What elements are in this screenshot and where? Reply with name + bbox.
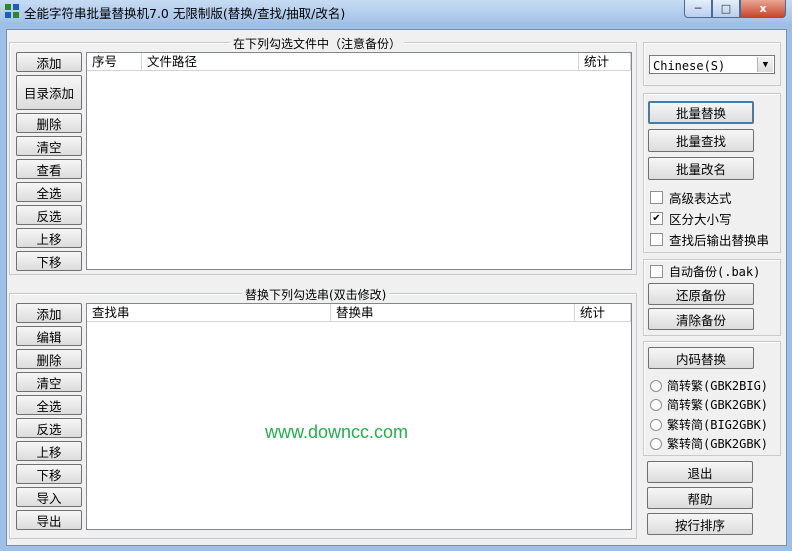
column-header-count[interactable]: 统计 (579, 53, 631, 70)
replace-move-down-button[interactable]: 下移 (16, 464, 82, 484)
replace-group: 替换下列勾选串(双击修改) 添加 编辑 删除 清空 全选 反选 上移 下移 导入… (9, 286, 637, 539)
radio-label: 繁转简(BIG2GBK) (667, 418, 769, 432)
checkbox-box (650, 265, 663, 278)
replace-invert-selection-button[interactable]: 反选 (16, 418, 82, 438)
batch-replace-button[interactable]: 批量替换 (648, 101, 754, 124)
advanced-expression-checkbox[interactable]: 高级表达式 (650, 188, 732, 207)
title-bar[interactable]: 全能字符串批量替换机7.0 无限制版(替换/查找/抽取/改名) ─ □ x (0, 0, 792, 22)
replace-list-header: 查找串 替换串 统计 (87, 304, 631, 322)
checkbox-box (650, 233, 663, 246)
language-select[interactable]: Chinese(S) ▼ (649, 55, 775, 74)
files-move-up-button[interactable]: 上移 (16, 228, 82, 248)
actions-group: 批量替换 批量查找 批量改名 高级表达式 ✔ 区分大小写 查找后输出替换串 (643, 93, 781, 253)
files-list-header: 序号 文件路径 统计 (87, 53, 631, 71)
files-group-legend: 在下列勾选文件中（注意备份） (230, 35, 405, 52)
close-button[interactable]: x (740, 0, 786, 18)
radio-label: 简转繁(GBK2GBK) (667, 398, 769, 412)
checkbox-box (650, 191, 663, 204)
files-list[interactable]: 序号 文件路径 统计 (86, 52, 632, 270)
radio-circle-icon (650, 398, 662, 411)
batch-rename-button[interactable]: 批量改名 (648, 157, 754, 180)
window-title: 全能字符串批量替换机7.0 无限制版(替换/查找/抽取/改名) (24, 6, 346, 21)
column-header-find-string[interactable]: 查找串 (87, 304, 331, 321)
radio-gbk2big[interactable]: 简转繁(GBK2BIG) (650, 377, 768, 394)
output-replace-after-find-checkbox[interactable]: 查找后输出替换串 (650, 230, 769, 249)
restore-backup-button[interactable]: 还原备份 (648, 283, 754, 305)
files-move-down-button[interactable]: 下移 (16, 251, 82, 271)
encoding-replace-button[interactable]: 内码替换 (648, 347, 754, 369)
radio-gbk2gbk-simplified-to-traditional[interactable]: 简转繁(GBK2GBK) (650, 396, 768, 413)
files-select-all-button[interactable]: 全选 (16, 182, 82, 202)
files-view-button[interactable]: 查看 (16, 159, 82, 179)
checkbox-label: 区分大小写 (669, 212, 732, 227)
replace-select-all-button[interactable]: 全选 (16, 395, 82, 415)
sort-by-line-button[interactable]: 按行排序 (647, 513, 753, 535)
column-header-file-path[interactable]: 文件路径 (142, 53, 579, 70)
auto-backup-checkbox[interactable]: 自动备份(.bak) (650, 263, 760, 280)
app-window: 全能字符串批量替换机7.0 无限制版(替换/查找/抽取/改名) ─ □ x 在下… (0, 0, 792, 551)
replace-import-button[interactable]: 导入 (16, 487, 82, 507)
replace-edit-button[interactable]: 编辑 (16, 326, 82, 346)
language-group: Chinese(S) ▼ (643, 42, 781, 86)
files-add-button[interactable]: 添加 (16, 52, 82, 72)
radio-big2gbk[interactable]: 繁转简(BIG2GBK) (650, 416, 768, 433)
replace-clear-button[interactable]: 清空 (16, 372, 82, 392)
check-icon: ✔ (650, 212, 663, 225)
radio-circle-icon (650, 379, 662, 392)
help-button[interactable]: 帮助 (647, 487, 753, 509)
window-controls: ─ □ x (684, 0, 786, 18)
radio-circle-icon (650, 418, 662, 431)
checkbox-label: 查找后输出替换串 (669, 233, 770, 248)
batch-find-button[interactable]: 批量查找 (648, 129, 754, 152)
clear-backup-button[interactable]: 清除备份 (648, 308, 754, 330)
replace-group-legend: 替换下列勾选串(双击修改) (242, 286, 390, 303)
radio-circle-icon (650, 437, 662, 450)
encoding-group: 内码替换 简转繁(GBK2BIG) 简转繁(GBK2GBK) 繁转简(BIG2G… (643, 341, 781, 456)
files-add-directory-button[interactable]: 目录添加 (16, 75, 82, 110)
checkbox-label: 高级表达式 (669, 191, 732, 206)
files-clear-button[interactable]: 清空 (16, 136, 82, 156)
checkbox-label: 自动备份(.bak) (669, 265, 761, 279)
files-invert-selection-button[interactable]: 反选 (16, 205, 82, 225)
files-group: 在下列勾选文件中（注意备份） 添加 目录添加 删除 清空 查看 全选 反选 上移… (9, 35, 637, 275)
radio-label: 繁转简(GBK2GBK) (667, 437, 769, 451)
backup-group: 自动备份(.bak) 还原备份 清除备份 (643, 259, 781, 336)
radio-gbk2gbk-traditional-to-simplified[interactable]: 繁转简(GBK2GBK) (650, 435, 768, 452)
maximize-button[interactable]: □ (712, 0, 740, 18)
minimize-button[interactable]: ─ (684, 0, 712, 18)
files-delete-button[interactable]: 删除 (16, 113, 82, 133)
replace-export-button[interactable]: 导出 (16, 510, 82, 530)
watermark-text: www.downcc.com (265, 422, 409, 442)
column-header-replace-string[interactable]: 替换串 (331, 304, 575, 321)
replace-add-button[interactable]: 添加 (16, 303, 82, 323)
case-sensitive-checkbox[interactable]: ✔ 区分大小写 (650, 209, 732, 228)
chevron-down-icon[interactable]: ▼ (757, 57, 773, 72)
client-area: 在下列勾选文件中（注意备份） 添加 目录添加 删除 清空 查看 全选 反选 上移… (6, 29, 787, 546)
column-header-index[interactable]: 序号 (87, 53, 142, 70)
column-header-count[interactable]: 统计 (575, 304, 631, 321)
app-icon (4, 3, 20, 19)
language-select-value: Chinese(S) (653, 59, 726, 73)
radio-label: 简转繁(GBK2BIG) (667, 379, 769, 393)
exit-button[interactable]: 退出 (647, 461, 753, 483)
replace-list[interactable]: 查找串 替换串 统计 (86, 303, 632, 530)
replace-move-up-button[interactable]: 上移 (16, 441, 82, 461)
replace-delete-button[interactable]: 删除 (16, 349, 82, 369)
